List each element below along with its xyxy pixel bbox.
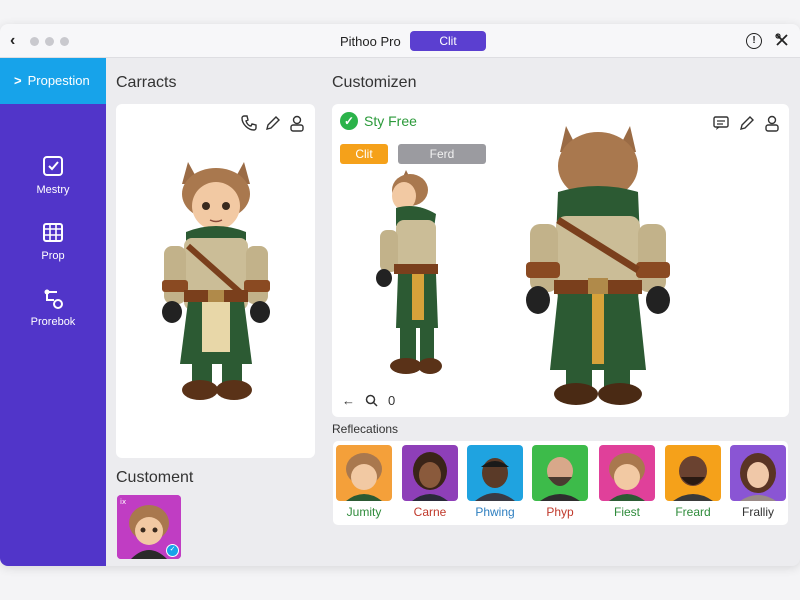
status-indicator: ✓ Sty Free	[340, 112, 417, 130]
tools-icon[interactable]	[774, 33, 790, 49]
reference-thumbnail	[336, 445, 392, 501]
references-heading: Reflecations	[332, 422, 399, 436]
reference-thumbnail	[467, 445, 523, 501]
reference-name: Phyp	[546, 505, 574, 519]
character-front-image	[162, 162, 270, 400]
title-pill-button[interactable]: Clit	[410, 31, 486, 51]
customent-heading: Customent	[116, 469, 194, 486]
references-strip: Jumity Carne Phwing Phyp Fiest Freard Fr…	[333, 441, 788, 525]
route-icon	[44, 289, 63, 309]
arrow-left-icon[interactable]: ←	[342, 393, 355, 408]
sidebar-item-propestion[interactable]: > Propestion	[0, 58, 106, 104]
pencil-icon[interactable]	[264, 114, 282, 132]
reference-thumbnail	[599, 445, 655, 501]
customent-avatar[interactable]: ix ✓	[117, 495, 181, 559]
reference-thumbnail	[730, 445, 786, 501]
character-side-image	[376, 170, 442, 374]
status-text: Sty Free	[364, 113, 417, 129]
reference-thumbnail	[665, 445, 721, 501]
user-icon[interactable]	[763, 114, 781, 132]
window-controls	[30, 37, 69, 46]
sidebar-item-prorebok[interactable]: Prorebok	[0, 286, 106, 328]
zoom-value: 0	[388, 393, 396, 408]
window-dot[interactable]	[60, 37, 69, 46]
preview-toolbar: ← 0	[342, 393, 395, 408]
pencil-icon[interactable]	[738, 114, 756, 132]
sidebar: > Propestion Mestry Prop Prorebok	[0, 58, 106, 566]
reference-name: Jumity	[346, 505, 382, 519]
app-window: ‹ Pithoo Pro Clit ! > Propestion Mestry P…	[0, 24, 800, 566]
reference-item[interactable]: Fiest	[598, 445, 656, 519]
reference-item[interactable]: Phyp	[531, 445, 589, 519]
reference-thumbnail	[532, 445, 588, 501]
window-dot[interactable]	[30, 37, 39, 46]
reference-item[interactable]: Phwing	[466, 445, 524, 519]
characters-heading: Carracts	[116, 74, 177, 91]
reference-item[interactable]: Freard	[664, 445, 722, 519]
info-icon[interactable]: !	[746, 33, 762, 49]
sidebar-item-mestry[interactable]: Mestry	[0, 154, 106, 196]
check-circle-icon: ✓	[340, 112, 358, 130]
comment-icon[interactable]	[712, 114, 730, 132]
svg-text:ix: ix	[120, 498, 126, 506]
title-bar: ‹ Pithoo Pro Clit !	[0, 24, 800, 58]
reference-item[interactable]: Jumity	[335, 445, 393, 519]
reference-item[interactable]: Fralliy	[729, 445, 787, 519]
phone-icon[interactable]	[240, 114, 258, 132]
customization-heading: Customizen	[332, 74, 417, 91]
character-back-image	[526, 126, 670, 405]
character-preview-card	[116, 104, 315, 458]
reference-name: Phwing	[475, 505, 515, 519]
chevron-right-icon: >	[14, 73, 22, 88]
reference-name: Freard	[675, 505, 711, 519]
clit-button[interactable]: Clit	[340, 144, 388, 164]
reference-name: Fiest	[613, 505, 640, 519]
reference-thumbnail	[402, 445, 458, 501]
verified-badge-icon: ✓	[166, 544, 179, 557]
calendar-grid-icon	[43, 223, 63, 242]
sidebar-item-label: Prop	[41, 250, 65, 262]
checkbox-icon	[43, 156, 63, 176]
sidebar-item-prop[interactable]: Prop	[0, 220, 106, 262]
sidebar-item-label: Propestion	[27, 73, 90, 88]
reference-item[interactable]: Carne	[401, 445, 459, 519]
user-icon[interactable]	[288, 114, 306, 132]
reference-name: Fralliy	[742, 505, 774, 519]
chevron-left-icon[interactable]: ‹	[10, 32, 15, 50]
sidebar-item-label: Prorebok	[30, 316, 76, 328]
window-dot[interactable]	[45, 37, 54, 46]
ferd-button[interactable]: Ferd	[398, 144, 486, 164]
search-icon[interactable]	[365, 394, 378, 407]
reference-name: Carne	[413, 505, 447, 519]
app-title: Pithoo Pro	[340, 34, 401, 49]
sidebar-item-label: Mestry	[36, 184, 70, 196]
